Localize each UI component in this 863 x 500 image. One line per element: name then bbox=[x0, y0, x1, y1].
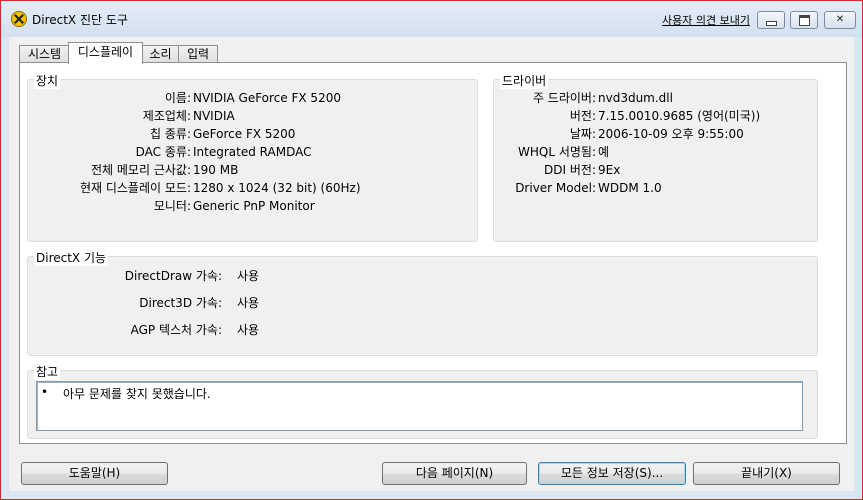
notes-group: 참고 • 아무 문제를 찾지 못했습니다. bbox=[27, 363, 818, 439]
maximize-button[interactable] bbox=[790, 11, 818, 29]
tab-sound[interactable]: 소리 bbox=[141, 45, 180, 63]
directx-features-group: DirectX 기능 DirectDraw 가속: 사용 Direct3D 가속:… bbox=[27, 249, 818, 356]
device-legend: 장치 bbox=[34, 72, 61, 89]
device-value: 190 MB bbox=[193, 163, 239, 177]
driver-value: 7.15.0010.9685 (영어(미국)) bbox=[598, 109, 761, 123]
device-value: Integrated RAMDAC bbox=[193, 145, 312, 159]
device-value: Generic PnP Monitor bbox=[193, 199, 315, 213]
help-button[interactable]: 도움말(H) bbox=[21, 462, 168, 485]
directx-icon bbox=[11, 11, 27, 27]
window-title: DirectX 진단 도구 bbox=[32, 13, 128, 27]
device-label: 제조업체: bbox=[142, 109, 191, 123]
title-bar[interactable]: DirectX 진단 도구 사용자 의견 보내기 ✕ bbox=[1, 1, 862, 37]
driver-label: WHQL 서명됨: bbox=[518, 145, 596, 159]
tab-display[interactable]: 디스플레이 bbox=[68, 42, 143, 64]
device-value: 1280 x 1024 (32 bit) (60Hz) bbox=[193, 181, 361, 195]
device-label: 모니터: bbox=[153, 199, 191, 213]
notes-legend: 참고 bbox=[34, 363, 61, 380]
note-item: 아무 문제를 찾지 못했습니다. bbox=[63, 387, 211, 401]
device-value: NVIDIA GeForce FX 5200 bbox=[193, 91, 341, 105]
tab-system[interactable]: 시스템 bbox=[19, 45, 70, 63]
driver-value: 예 bbox=[598, 145, 610, 159]
device-value: NVIDIA bbox=[193, 109, 235, 123]
device-group: 장치 이름: NVIDIA GeForce FX 5200 제조업체: NVIDIA… bbox=[27, 72, 478, 242]
device-label: DAC 종류: bbox=[135, 145, 191, 159]
display-tab-panel: 장치 이름: NVIDIA GeForce FX 5200 제조업체: NVIDIA… bbox=[19, 62, 847, 444]
driver-label: Driver Model: bbox=[515, 181, 596, 195]
device-label: 현재 디스플레이 모드: bbox=[79, 181, 191, 195]
driver-legend: 드라이버 bbox=[500, 72, 549, 89]
driver-value: 2006-10-09 오후 9:55:00 bbox=[598, 127, 744, 141]
tab-input[interactable]: 입력 bbox=[178, 45, 218, 63]
close-button[interactable]: ✕ bbox=[824, 11, 856, 29]
feature-value: 사용 bbox=[237, 296, 260, 310]
minimize-icon bbox=[766, 21, 777, 26]
feature-label: Direct3D 가속: bbox=[139, 296, 222, 310]
feature-label: AGP 텍스처 가속: bbox=[130, 323, 222, 337]
save-all-info-button[interactable]: 모든 정보 저장(S)... bbox=[538, 462, 686, 485]
features-legend: DirectX 기능 bbox=[34, 249, 109, 266]
maximize-icon bbox=[799, 15, 810, 26]
dxdiag-window: DirectX 진단 도구 사용자 의견 보내기 ✕ 시스템 디스플레이 소리 … bbox=[0, 0, 863, 500]
driver-label: DDI 버전: bbox=[544, 163, 596, 177]
notes-textbox[interactable]: • 아무 문제를 찾지 못했습니다. bbox=[36, 381, 803, 431]
feature-label: DirectDraw 가속: bbox=[124, 269, 222, 283]
close-icon: ✕ bbox=[835, 14, 845, 25]
device-value: GeForce FX 5200 bbox=[193, 127, 296, 141]
device-label: 이름: bbox=[164, 91, 191, 105]
feedback-link[interactable]: 사용자 의견 보내기 bbox=[662, 12, 750, 28]
bullet-icon: • bbox=[41, 385, 49, 399]
client-area: 시스템 디스플레이 소리 입력 장치 이름: NVIDIA GeForce FX … bbox=[9, 37, 854, 491]
feature-value: 사용 bbox=[237, 269, 260, 283]
driver-value: WDDM 1.0 bbox=[598, 181, 662, 195]
driver-label: 버전: bbox=[569, 109, 596, 123]
exit-button[interactable]: 끝내기(X) bbox=[693, 462, 840, 485]
driver-group: 드라이버 주 드라이버: nvd3dum.dll 버전: 7.15.0010.968… bbox=[493, 72, 818, 242]
device-label: 칩 종류: bbox=[150, 127, 191, 141]
feature-value: 사용 bbox=[237, 323, 260, 337]
device-label: 전체 메모리 근사값: bbox=[91, 163, 191, 177]
driver-value: 9Ex bbox=[598, 163, 621, 177]
minimize-button[interactable] bbox=[757, 11, 785, 29]
driver-value: nvd3dum.dll bbox=[598, 91, 673, 105]
driver-label: 주 드라이버: bbox=[532, 91, 596, 105]
next-page-button[interactable]: 다음 페이지(N) bbox=[382, 462, 527, 485]
driver-label: 날짜: bbox=[569, 127, 596, 141]
